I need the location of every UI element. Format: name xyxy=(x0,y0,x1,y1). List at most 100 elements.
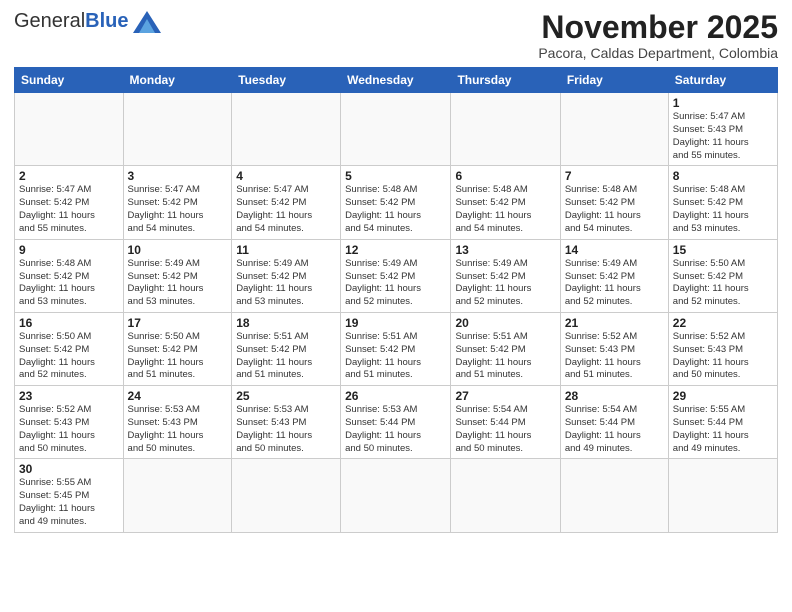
logo: GeneralBlue xyxy=(14,10,161,33)
calendar-cell: 18Sunrise: 5:51 AM Sunset: 5:42 PM Dayli… xyxy=(232,312,341,385)
month-title: November 2025 xyxy=(538,10,778,45)
day-number: 17 xyxy=(128,316,228,330)
calendar-cell: 11Sunrise: 5:49 AM Sunset: 5:42 PM Dayli… xyxy=(232,239,341,312)
day-info: Sunrise: 5:54 AM Sunset: 5:44 PM Dayligh… xyxy=(565,404,664,455)
day-info: Sunrise: 5:51 AM Sunset: 5:42 PM Dayligh… xyxy=(345,331,446,382)
calendar-cell: 3Sunrise: 5:47 AM Sunset: 5:42 PM Daylig… xyxy=(123,166,232,239)
day-number: 4 xyxy=(236,169,336,183)
calendar-week-2: 9Sunrise: 5:48 AM Sunset: 5:42 PM Daylig… xyxy=(15,239,778,312)
calendar-cell: 26Sunrise: 5:53 AM Sunset: 5:44 PM Dayli… xyxy=(341,386,451,459)
day-number: 19 xyxy=(345,316,446,330)
day-info: Sunrise: 5:52 AM Sunset: 5:43 PM Dayligh… xyxy=(19,404,119,455)
day-number: 30 xyxy=(19,462,119,476)
calendar-cell: 2Sunrise: 5:47 AM Sunset: 5:42 PM Daylig… xyxy=(15,166,124,239)
day-info: Sunrise: 5:47 AM Sunset: 5:42 PM Dayligh… xyxy=(128,184,228,235)
day-number: 28 xyxy=(565,389,664,403)
day-info: Sunrise: 5:49 AM Sunset: 5:42 PM Dayligh… xyxy=(128,258,228,309)
calendar-cell: 20Sunrise: 5:51 AM Sunset: 5:42 PM Dayli… xyxy=(451,312,560,385)
day-info: Sunrise: 5:49 AM Sunset: 5:42 PM Dayligh… xyxy=(455,258,555,309)
day-info: Sunrise: 5:48 AM Sunset: 5:42 PM Dayligh… xyxy=(673,184,773,235)
calendar-cell xyxy=(560,93,668,166)
calendar-cell: 19Sunrise: 5:51 AM Sunset: 5:42 PM Dayli… xyxy=(341,312,451,385)
day-info: Sunrise: 5:49 AM Sunset: 5:42 PM Dayligh… xyxy=(236,258,336,309)
day-number: 9 xyxy=(19,243,119,257)
day-number: 23 xyxy=(19,389,119,403)
calendar-cell: 5Sunrise: 5:48 AM Sunset: 5:42 PM Daylig… xyxy=(341,166,451,239)
calendar-table: Sunday Monday Tuesday Wednesday Thursday… xyxy=(14,67,778,533)
day-info: Sunrise: 5:52 AM Sunset: 5:43 PM Dayligh… xyxy=(565,331,664,382)
calendar-cell xyxy=(560,459,668,532)
day-number: 8 xyxy=(673,169,773,183)
day-number: 10 xyxy=(128,243,228,257)
day-info: Sunrise: 5:51 AM Sunset: 5:42 PM Dayligh… xyxy=(236,331,336,382)
day-number: 16 xyxy=(19,316,119,330)
day-number: 3 xyxy=(128,169,228,183)
title-block: November 2025 Pacora, Caldas Department,… xyxy=(538,10,778,61)
calendar-cell: 4Sunrise: 5:47 AM Sunset: 5:42 PM Daylig… xyxy=(232,166,341,239)
logo-icon xyxy=(133,11,161,33)
day-number: 26 xyxy=(345,389,446,403)
calendar-cell: 21Sunrise: 5:52 AM Sunset: 5:43 PM Dayli… xyxy=(560,312,668,385)
day-number: 29 xyxy=(673,389,773,403)
header-monday: Monday xyxy=(123,68,232,93)
day-number: 25 xyxy=(236,389,336,403)
calendar-cell: 23Sunrise: 5:52 AM Sunset: 5:43 PM Dayli… xyxy=(15,386,124,459)
calendar-cell: 8Sunrise: 5:48 AM Sunset: 5:42 PM Daylig… xyxy=(668,166,777,239)
day-number: 12 xyxy=(345,243,446,257)
day-info: Sunrise: 5:48 AM Sunset: 5:42 PM Dayligh… xyxy=(345,184,446,235)
day-info: Sunrise: 5:53 AM Sunset: 5:43 PM Dayligh… xyxy=(236,404,336,455)
day-info: Sunrise: 5:47 AM Sunset: 5:42 PM Dayligh… xyxy=(19,184,119,235)
calendar-cell: 7Sunrise: 5:48 AM Sunset: 5:42 PM Daylig… xyxy=(560,166,668,239)
calendar-cell: 17Sunrise: 5:50 AM Sunset: 5:42 PM Dayli… xyxy=(123,312,232,385)
calendar-cell xyxy=(123,459,232,532)
weekday-header-row: Sunday Monday Tuesday Wednesday Thursday… xyxy=(15,68,778,93)
day-info: Sunrise: 5:49 AM Sunset: 5:42 PM Dayligh… xyxy=(565,258,664,309)
day-number: 20 xyxy=(455,316,555,330)
calendar-cell: 13Sunrise: 5:49 AM Sunset: 5:42 PM Dayli… xyxy=(451,239,560,312)
calendar-cell xyxy=(232,459,341,532)
day-info: Sunrise: 5:49 AM Sunset: 5:42 PM Dayligh… xyxy=(345,258,446,309)
day-info: Sunrise: 5:51 AM Sunset: 5:42 PM Dayligh… xyxy=(455,331,555,382)
calendar-week-1: 2Sunrise: 5:47 AM Sunset: 5:42 PM Daylig… xyxy=(15,166,778,239)
day-info: Sunrise: 5:50 AM Sunset: 5:42 PM Dayligh… xyxy=(128,331,228,382)
calendar-cell xyxy=(15,93,124,166)
day-number: 7 xyxy=(565,169,664,183)
day-info: Sunrise: 5:48 AM Sunset: 5:42 PM Dayligh… xyxy=(19,258,119,309)
day-number: 21 xyxy=(565,316,664,330)
day-info: Sunrise: 5:47 AM Sunset: 5:42 PM Dayligh… xyxy=(236,184,336,235)
day-number: 11 xyxy=(236,243,336,257)
header-friday: Friday xyxy=(560,68,668,93)
header-thursday: Thursday xyxy=(451,68,560,93)
location-subtitle: Pacora, Caldas Department, Colombia xyxy=(538,45,778,61)
calendar-cell: 29Sunrise: 5:55 AM Sunset: 5:44 PM Dayli… xyxy=(668,386,777,459)
calendar-week-5: 30Sunrise: 5:55 AM Sunset: 5:45 PM Dayli… xyxy=(15,459,778,532)
header-tuesday: Tuesday xyxy=(232,68,341,93)
day-number: 2 xyxy=(19,169,119,183)
calendar-cell: 27Sunrise: 5:54 AM Sunset: 5:44 PM Dayli… xyxy=(451,386,560,459)
day-number: 22 xyxy=(673,316,773,330)
calendar-cell: 12Sunrise: 5:49 AM Sunset: 5:42 PM Dayli… xyxy=(341,239,451,312)
day-info: Sunrise: 5:53 AM Sunset: 5:44 PM Dayligh… xyxy=(345,404,446,455)
day-info: Sunrise: 5:48 AM Sunset: 5:42 PM Dayligh… xyxy=(455,184,555,235)
day-info: Sunrise: 5:55 AM Sunset: 5:44 PM Dayligh… xyxy=(673,404,773,455)
calendar-cell xyxy=(341,459,451,532)
calendar-cell xyxy=(232,93,341,166)
day-number: 18 xyxy=(236,316,336,330)
header-saturday: Saturday xyxy=(668,68,777,93)
day-info: Sunrise: 5:55 AM Sunset: 5:45 PM Dayligh… xyxy=(19,477,119,528)
day-info: Sunrise: 5:52 AM Sunset: 5:43 PM Dayligh… xyxy=(673,331,773,382)
day-number: 5 xyxy=(345,169,446,183)
calendar-cell xyxy=(123,93,232,166)
calendar-cell: 15Sunrise: 5:50 AM Sunset: 5:42 PM Dayli… xyxy=(668,239,777,312)
day-info: Sunrise: 5:50 AM Sunset: 5:42 PM Dayligh… xyxy=(19,331,119,382)
header-wednesday: Wednesday xyxy=(341,68,451,93)
logo-text: GeneralBlue xyxy=(14,10,129,33)
day-number: 24 xyxy=(128,389,228,403)
calendar-cell: 28Sunrise: 5:54 AM Sunset: 5:44 PM Dayli… xyxy=(560,386,668,459)
calendar-cell: 22Sunrise: 5:52 AM Sunset: 5:43 PM Dayli… xyxy=(668,312,777,385)
calendar-cell xyxy=(451,93,560,166)
day-number: 13 xyxy=(455,243,555,257)
day-number: 1 xyxy=(673,96,773,110)
calendar-cell xyxy=(451,459,560,532)
day-info: Sunrise: 5:53 AM Sunset: 5:43 PM Dayligh… xyxy=(128,404,228,455)
